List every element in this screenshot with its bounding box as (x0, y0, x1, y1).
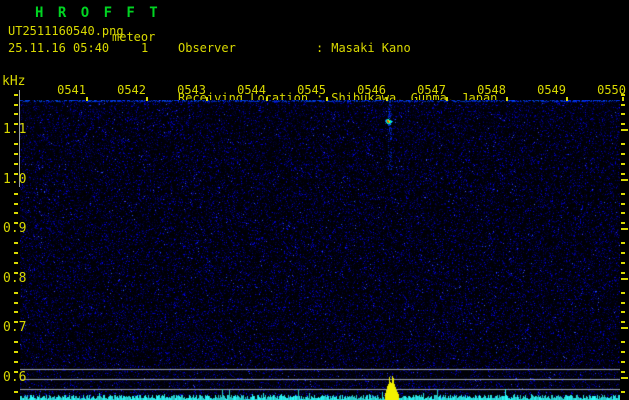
freq-tick-minor (14, 123, 18, 125)
freq-tick-minor (14, 341, 18, 343)
freq-tick-minor (621, 272, 625, 274)
freq-tick-minor (621, 153, 625, 155)
time-tick (446, 97, 448, 101)
freq-tick-minor (621, 292, 625, 294)
counter-text: 1 (141, 41, 149, 55)
time-tick-label: 0546 (357, 83, 386, 97)
spectrogram-canvas (20, 100, 620, 400)
freq-tick-minor (621, 341, 625, 343)
time-tick (566, 97, 568, 101)
freq-tick-minor (14, 212, 18, 214)
freq-tick-minor (14, 222, 18, 224)
freq-tick-minor (14, 163, 18, 165)
time-tick (146, 97, 148, 101)
freq-tick-major (621, 327, 628, 329)
freq-axis-unit-label: kHz (2, 74, 26, 89)
freq-tick-minor (14, 94, 18, 96)
freq-tick-minor (621, 311, 625, 313)
info-label: Observer (178, 41, 236, 55)
freq-tick-minor (14, 292, 18, 294)
time-tick (206, 97, 208, 101)
freq-tick-minor (14, 113, 18, 115)
freq-tick-minor (14, 153, 18, 155)
time-tick (86, 97, 88, 101)
freq-tick-minor (621, 361, 625, 363)
freq-tick-minor (621, 321, 625, 323)
freq-tick-minor (14, 193, 18, 195)
freq-tick-minor (621, 212, 625, 214)
freq-tick-minor (14, 361, 18, 363)
time-tick-label: 0544 (237, 83, 266, 97)
time-tick (326, 97, 328, 101)
freq-tick-minor (621, 94, 625, 96)
freq-tick-minor (621, 351, 625, 353)
freq-tick-minor (14, 371, 18, 373)
freq-tick-major (621, 277, 628, 280)
mode-label: meteor (112, 30, 156, 44)
freq-tick-minor (621, 252, 625, 254)
freq-tick-minor (14, 143, 18, 145)
freq-tick-major (621, 129, 628, 131)
freq-tick-minor (14, 351, 18, 353)
info-row-observer: Observer: Masaki Kano (178, 42, 555, 54)
freq-tick-minor (621, 302, 625, 304)
freq-tick-minor (621, 163, 625, 165)
freq-tick-major (621, 228, 628, 230)
time-tick (506, 97, 508, 101)
freq-tick-minor (621, 123, 625, 125)
freq-tick-minor (621, 143, 625, 145)
freq-tick-minor (14, 272, 18, 274)
info-value: Masaki Kano (331, 41, 411, 55)
time-tick-label: 0549 (537, 83, 566, 97)
freq-tick-minor (14, 302, 18, 304)
freq-tick-minor (621, 371, 625, 373)
freq-tick-minor (621, 104, 625, 106)
freq-tick-minor (14, 104, 18, 106)
time-tick-label: 0548 (477, 83, 506, 97)
freq-tick-minor (14, 321, 18, 323)
freq-tick-minor (621, 262, 625, 264)
freq-tick-minor (621, 113, 625, 115)
filename-text: UT2511160540.png (8, 24, 124, 38)
freq-tick-minor (14, 391, 18, 393)
freq-tick-major (621, 178, 628, 181)
time-tick-label: 0543 (177, 83, 206, 97)
time-tick (622, 97, 624, 101)
freq-tick-minor (621, 222, 625, 224)
time-tick (386, 97, 388, 101)
freq-tick-minor (14, 311, 18, 313)
time-tick-label: 0541 (57, 83, 86, 97)
freq-tick-minor (14, 242, 18, 244)
freq-tick-minor (621, 242, 625, 244)
datetime-text: 25.11.16 05:40 (8, 41, 110, 55)
time-tick (266, 97, 268, 101)
freq-tick-minor (14, 262, 18, 264)
freq-tick-minor (621, 203, 625, 205)
time-tick-label: 0547 (417, 83, 446, 97)
freq-tick-minor (621, 391, 625, 393)
freq-tick-minor (14, 252, 18, 254)
freq-tick-minor (621, 193, 625, 195)
app-title: H R O F F T (35, 5, 161, 21)
time-tick-label: 0542 (117, 83, 146, 97)
freq-tick-minor (621, 173, 625, 175)
hrofft-window: H R O F F T UT2511160540.png meteor 25.1… (0, 0, 629, 400)
freq-tick-major (621, 376, 628, 379)
freq-tick-minor (14, 203, 18, 205)
freq-tick-minor (14, 173, 18, 175)
time-tick-label: 0545 (297, 83, 326, 97)
